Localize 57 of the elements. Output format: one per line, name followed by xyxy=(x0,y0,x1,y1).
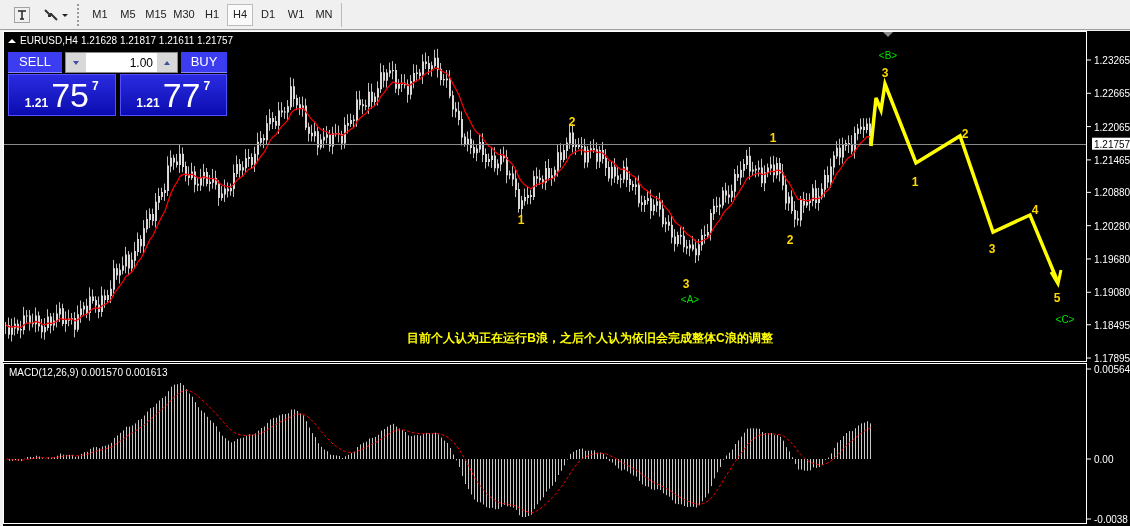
wave-count-label: 5 xyxy=(1053,291,1061,305)
lot-size-field[interactable]: 1.00 xyxy=(65,52,178,73)
buy-button[interactable]: BUY xyxy=(181,52,227,73)
wave-count-label: 3 xyxy=(682,277,690,291)
wave-count-label: 2 xyxy=(786,233,794,247)
price-axis-label: 1.20880 xyxy=(1094,187,1130,199)
price-pips: 77 xyxy=(162,78,201,112)
triangle-marker-icon xyxy=(883,32,893,37)
caret-down-icon xyxy=(73,60,79,65)
price-prefix: 1.21 xyxy=(136,96,160,110)
text-tool-icon[interactable] xyxy=(14,6,30,23)
wave-count-label: 4 xyxy=(1031,203,1039,217)
wave-count-label: 3 xyxy=(881,66,889,80)
price-axis-label: 1.22665 xyxy=(1094,88,1130,100)
price-axis-label: 1.18495 xyxy=(1094,319,1130,331)
price-point: 7 xyxy=(92,78,99,95)
price-axis-label: 1.21465 xyxy=(1094,154,1130,166)
macd-indicator-label: MACD(12,26,9) 0.001570 0.001613 xyxy=(9,367,168,378)
annotation-text: 目前个人认为正在运行B浪，之后个人认为依旧会完成整体C浪的调整 xyxy=(406,330,774,347)
price-prefix: 1.21 xyxy=(24,96,49,110)
caret-up-icon xyxy=(164,60,170,65)
price-axis-label: 1.23265 xyxy=(1094,55,1130,66)
macd-axis-label: -0.0038 xyxy=(1094,514,1128,525)
arrows-tool-icon[interactable] xyxy=(43,6,69,23)
price-pips: 75 xyxy=(51,78,89,112)
increase-lot-button[interactable] xyxy=(157,53,177,72)
timeframe-tab[interactable]: H4 xyxy=(227,3,253,26)
sell-button[interactable]: SELL xyxy=(8,52,62,73)
wave-label: <C> xyxy=(1055,314,1075,325)
timeframe-tab[interactable]: H1 xyxy=(199,3,225,26)
timeframe-tab[interactable]: M30 xyxy=(171,3,197,26)
decrease-lot-button[interactable] xyxy=(66,53,86,72)
wave-count-label: 2 xyxy=(568,115,576,129)
wave-label: <A> xyxy=(680,294,700,305)
timeframe-tab[interactable]: MN xyxy=(311,3,337,26)
wave-count-label: 2 xyxy=(961,127,969,141)
price-point: 7 xyxy=(203,78,211,95)
price-axis-label: 1.20280 xyxy=(1094,220,1130,232)
wave-count-label: 3 xyxy=(988,242,996,256)
wave-count-label: 1 xyxy=(769,131,777,145)
price-axis-label: 1.19080 xyxy=(1094,287,1130,299)
ohlc-quotes: 1.21628 1.21817 1.21611 1.21757 xyxy=(81,34,234,46)
price-axis-label: 1.19680 xyxy=(1094,253,1130,265)
collapse-triangle-icon[interactable] xyxy=(8,39,16,43)
timeframe-tab[interactable]: W1 xyxy=(283,3,309,26)
symbol-label: EURUSD,H4 xyxy=(20,34,78,46)
wave-count-label: 1 xyxy=(517,213,525,227)
timeframe-tab[interactable]: M1 xyxy=(87,3,113,26)
wave-label: <B> xyxy=(878,50,898,61)
timeframe-tab[interactable]: M5 xyxy=(115,3,141,26)
timeframe-tab[interactable]: M15 xyxy=(143,3,169,26)
macd-axis-label: 0.00 xyxy=(1094,454,1114,465)
macd-axis-label: 0.00564 xyxy=(1094,364,1130,375)
price-axis-label: 1.22065 xyxy=(1094,121,1130,133)
wave-count-label: 1 xyxy=(911,175,919,189)
price-axis-label: 1.17895 xyxy=(1094,353,1130,365)
timeframe-tab[interactable]: D1 xyxy=(255,3,281,26)
